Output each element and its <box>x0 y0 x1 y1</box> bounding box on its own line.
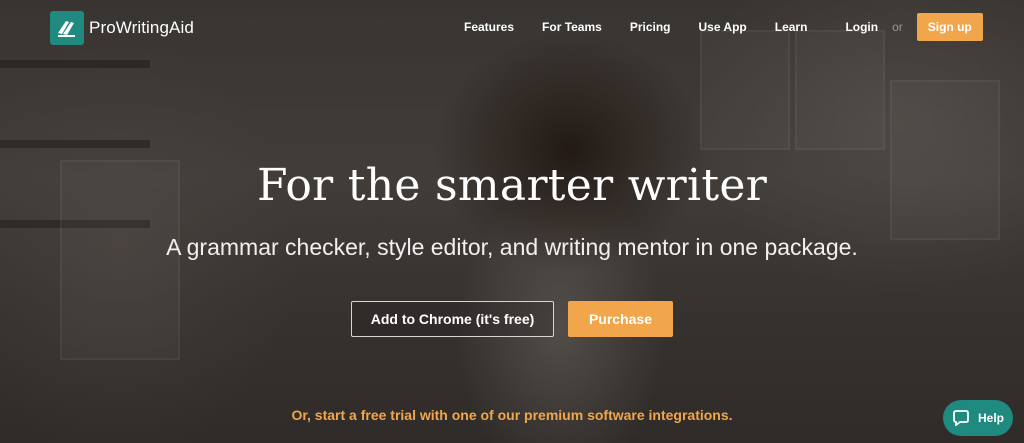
nav-features[interactable]: Features <box>464 20 514 34</box>
top-navigation: ProWritingAid Features For Teams Pricing… <box>0 0 1024 56</box>
brand-name: ProWritingAid <box>89 18 194 37</box>
hero-cta-group: Add to Chrome (it's free) Purchase <box>0 301 1024 337</box>
nav-learn[interactable]: Learn <box>775 20 808 34</box>
login-link[interactable]: Login <box>845 20 878 34</box>
or-separator: or <box>892 20 903 34</box>
hero-subline: A grammar checker, style editor, and wri… <box>166 234 858 260</box>
hero-headline: For the smarter writer <box>256 160 768 211</box>
signup-button[interactable]: Sign up <box>916 13 983 41</box>
nav-use-app[interactable]: Use App <box>699 20 747 34</box>
main-nav: Features For Teams Pricing Use App Learn… <box>464 13 983 41</box>
help-label: Help <box>977 411 1004 425</box>
free-trial-link[interactable]: Or, start a free trial with one of our p… <box>0 407 1024 423</box>
brand-logo-link[interactable]: ProWritingAid <box>50 11 194 45</box>
chat-bubble-icon <box>952 410 970 426</box>
add-to-chrome-button[interactable]: Add to Chrome (it's free) <box>351 301 554 337</box>
quill-stack-icon <box>50 11 84 45</box>
purchase-button[interactable]: Purchase <box>568 301 673 337</box>
help-widget-button[interactable]: Help <box>943 400 1013 436</box>
hero-background <box>0 0 1024 443</box>
nav-pricing[interactable]: Pricing <box>630 20 671 34</box>
nav-for-teams[interactable]: For Teams <box>542 20 602 34</box>
